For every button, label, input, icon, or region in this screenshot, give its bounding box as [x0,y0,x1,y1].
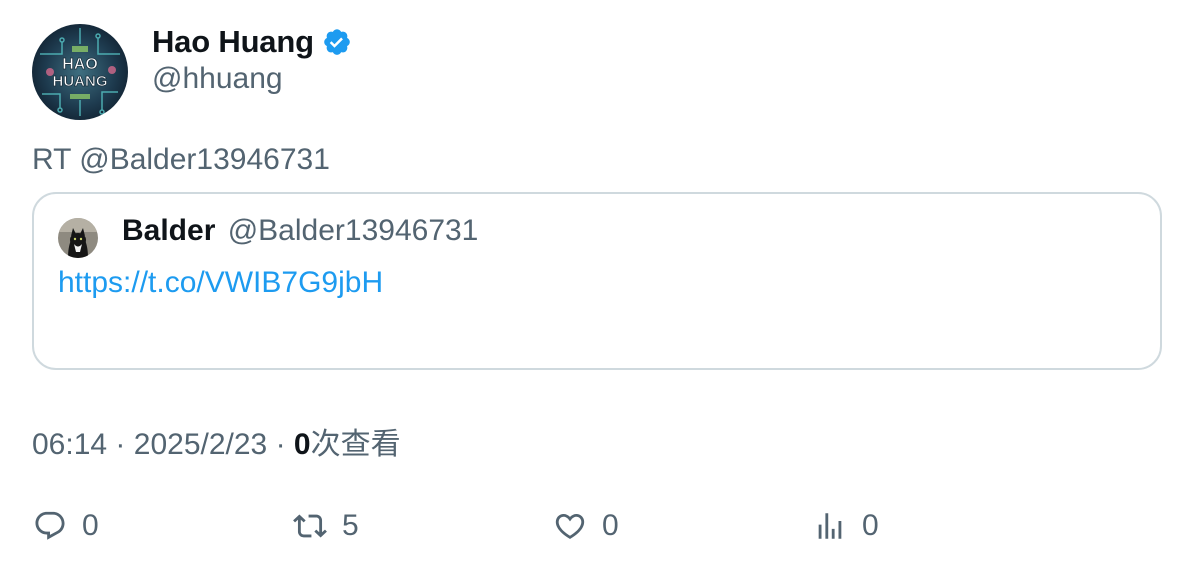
meta-separator: · [275,428,286,461]
quote-author-name[interactable]: Balder [122,214,215,247]
quote-link[interactable]: https://t.co/VWIB7G9jbH [58,266,383,300]
like-button[interactable]: 0 [552,506,619,546]
tweet-meta: 06:14 · 2025/2/23 · 0次查看 [32,419,401,463]
views-action-count: 0 [862,509,879,542]
author-avatar[interactable]: HAO HUANG [32,24,128,120]
heart-icon [552,508,588,544]
views-count: 0 [293,428,311,461]
tweet-date[interactable]: 2025/2/23 [134,428,267,461]
quote-author-handle[interactable]: @Balder13946731 [228,214,479,247]
quoted-tweet[interactable]: Balder @Balder13946731 https://t.co/VWIB… [32,192,1162,370]
tweet-text: RT @Balder13946731 [32,143,330,176]
analytics-icon [812,508,848,544]
tweet-time[interactable]: 06:14 [32,428,107,461]
quote-header: Balder @Balder13946731 [122,214,478,248]
author-display-name[interactable]: Hao Huang [152,24,314,60]
like-count: 0 [602,509,619,542]
author-handle[interactable]: @hhuang [152,62,283,96]
author-name-row: Hao Huang [152,22,352,62]
verified-badge-icon[interactable] [322,27,352,57]
retweet-button[interactable]: 5 [292,506,359,546]
reply-button[interactable]: 0 [32,506,99,546]
retweet-count: 5 [342,509,359,542]
meta-separator: · [115,428,126,461]
avatar-text-hao: HAO [62,56,98,73]
quote-avatar[interactable] [58,218,98,258]
retweet-icon [292,508,328,544]
tweet-card: HAO HUANG Hao Huang @hhuang RT @Balder13… [0,0,1196,572]
reply-count: 0 [82,509,99,542]
views-label: 次查看 [310,428,401,461]
reply-icon [32,508,68,544]
views-button[interactable]: 0 [812,506,879,546]
avatar-text-huang: HUANG [53,73,108,90]
